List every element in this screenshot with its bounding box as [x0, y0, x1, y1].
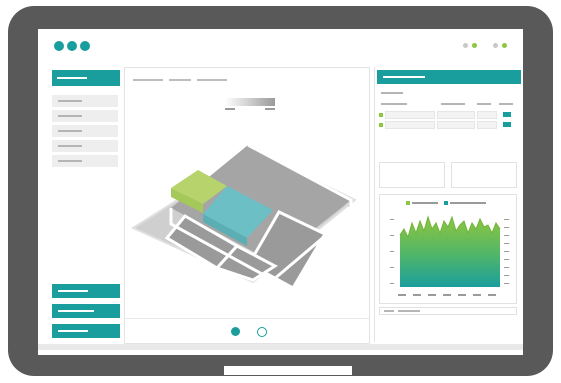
status-indicator: [493, 43, 507, 48]
chart-svg: [390, 215, 509, 296]
table-header: [441, 103, 465, 105]
sidebar-item[interactable]: [52, 110, 118, 122]
breadcrumb[interactable]: [133, 79, 163, 81]
window-dot[interactable]: [67, 41, 77, 51]
pagination: [125, 318, 369, 344]
status-dot: [463, 43, 468, 48]
legend-swatch: [379, 123, 383, 127]
window-dot[interactable]: [80, 41, 90, 51]
status-dot: [493, 43, 498, 48]
color-scale: [225, 98, 275, 106]
right-panel: [374, 67, 523, 342]
bottom-field: [379, 307, 517, 315]
sidebar-action-button[interactable]: [52, 304, 120, 318]
legend-swatch: [379, 113, 383, 117]
scale-label-max: [265, 108, 275, 110]
row-action[interactable]: [503, 112, 511, 117]
status-dot: [472, 43, 477, 48]
window-dot[interactable]: [54, 41, 64, 51]
sidebar: [52, 70, 120, 342]
top-bar: [38, 29, 523, 63]
placeholder-text: [58, 100, 82, 102]
table-row[interactable]: [379, 111, 517, 119]
sidebar-item[interactable]: [52, 140, 118, 152]
page-dot-active[interactable]: [231, 327, 240, 336]
placeholder-text: [58, 290, 88, 292]
sidebar-item[interactable]: [52, 155, 118, 167]
table-cell: [437, 121, 475, 129]
table-cell: [437, 111, 475, 119]
placeholder-text: [383, 76, 425, 78]
right-panel-header: [377, 70, 521, 84]
sidebar-action-button[interactable]: [52, 284, 120, 298]
status-indicator: [463, 43, 477, 48]
status-indicators: [463, 43, 507, 48]
page-dot[interactable]: [257, 327, 267, 337]
sidebar-item[interactable]: [52, 95, 118, 107]
sidebar-item[interactable]: [52, 125, 118, 137]
floorplan-panel: [124, 67, 370, 344]
row-action[interactable]: [503, 122, 511, 127]
status-dot: [502, 43, 507, 48]
table-header: [499, 103, 513, 105]
home-bar: [224, 366, 352, 375]
table-cell: [477, 111, 497, 119]
placeholder-text: [58, 160, 82, 162]
placeholder-text: [58, 330, 88, 332]
placeholder-text: [57, 77, 87, 79]
placeholder-text: [58, 130, 82, 132]
placeholder-text: [384, 310, 394, 312]
info-card: [451, 162, 517, 188]
table-cell: [385, 111, 435, 119]
window-controls[interactable]: [54, 41, 90, 51]
floorplan-3d[interactable]: [125, 128, 369, 318]
table-cell: [477, 121, 497, 129]
placeholder-text: [58, 115, 82, 117]
info-card: [379, 162, 445, 188]
breadcrumb[interactable]: [169, 79, 191, 81]
breadcrumb[interactable]: [197, 79, 227, 81]
area-chart: [379, 194, 517, 304]
table-row[interactable]: [379, 121, 517, 129]
placeholder-text: [58, 310, 94, 312]
chart-area: [400, 217, 500, 287]
scale-label-min: [225, 108, 235, 110]
screen: [38, 29, 523, 355]
table-cell: [385, 121, 435, 129]
sidebar-header[interactable]: [52, 70, 120, 86]
table-caption: [381, 92, 403, 94]
table-header: [381, 103, 407, 105]
table-header: [477, 103, 491, 105]
sidebar-action-button[interactable]: [52, 324, 120, 338]
x-axis-ticks: [398, 294, 496, 296]
placeholder-text: [58, 145, 82, 147]
placeholder-text: [398, 310, 420, 312]
footer-strip: [38, 344, 523, 350]
